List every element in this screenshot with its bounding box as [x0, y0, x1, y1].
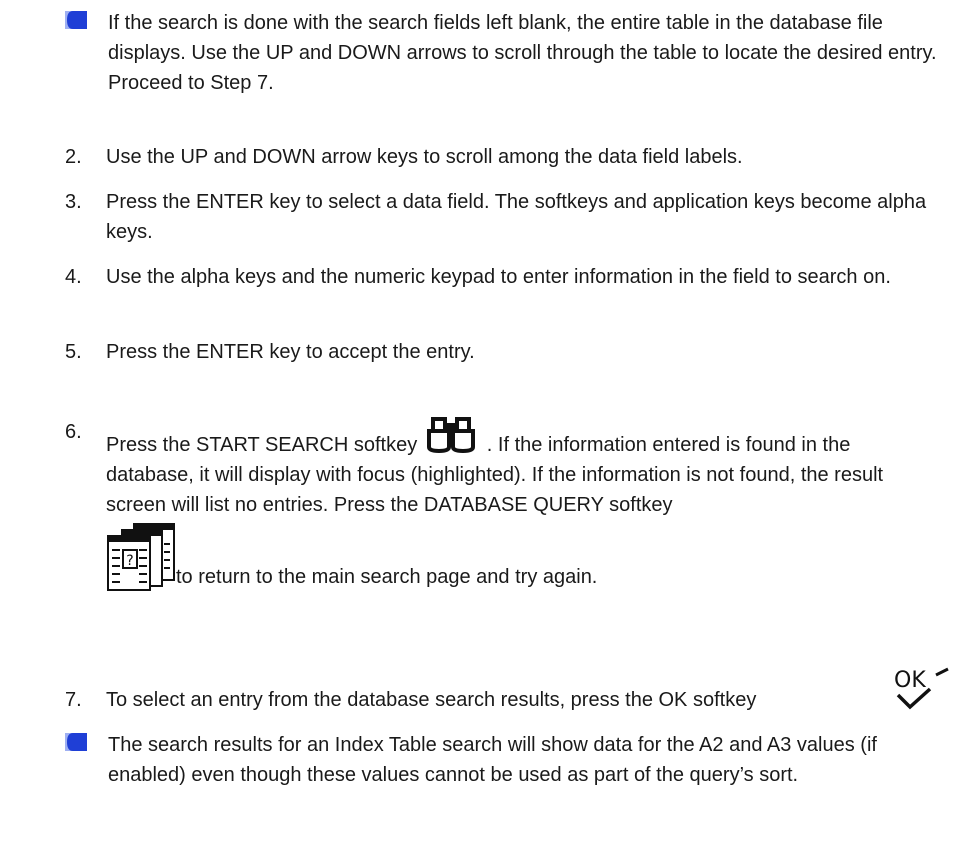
note-1: If the search is done with the search fi…: [65, 8, 945, 108]
note-2-text: The search results for an Index Table se…: [108, 734, 877, 786]
step-number: 4.: [65, 266, 82, 288]
binoculars-icon: [426, 417, 475, 454]
step-6-tail: ? to return to the main search page and …: [106, 522, 941, 597]
step-number: 5.: [65, 341, 82, 363]
note-1-text: If the search is done with the search fi…: [108, 12, 937, 94]
step-text: Press the START SEARCH softkey . If the …: [106, 417, 941, 597]
note-bullet-icon: [65, 733, 87, 751]
step-6: 6. Press the START SEARCH softkey . If t…: [65, 387, 945, 591]
step-text: Use the alpha keys and the numeric keypa…: [106, 266, 891, 288]
step-text: Press the ENTER key to select a data fie…: [106, 191, 927, 243]
note-bullet-icon: [65, 11, 87, 29]
database-query-icon: ?: [107, 523, 175, 591]
step-6-text-tail: to return to the main search page and tr…: [176, 566, 598, 588]
step-text: Use the UP and DOWN arrow keys to scroll…: [106, 146, 743, 168]
step-text: To select an entry from the database sea…: [106, 689, 757, 711]
step-text: Press the ENTER key to accept the entry.: [106, 341, 475, 363]
note-2: The search results for an Index Table se…: [65, 730, 945, 830]
step-number: 6.: [65, 421, 82, 443]
svg-text:?: ?: [126, 553, 133, 569]
step-number: 3.: [65, 191, 82, 213]
step-6-text-before: Press the START SEARCH softkey: [106, 434, 418, 456]
step-number: 2.: [65, 146, 82, 168]
step-number: 7.: [65, 689, 82, 711]
